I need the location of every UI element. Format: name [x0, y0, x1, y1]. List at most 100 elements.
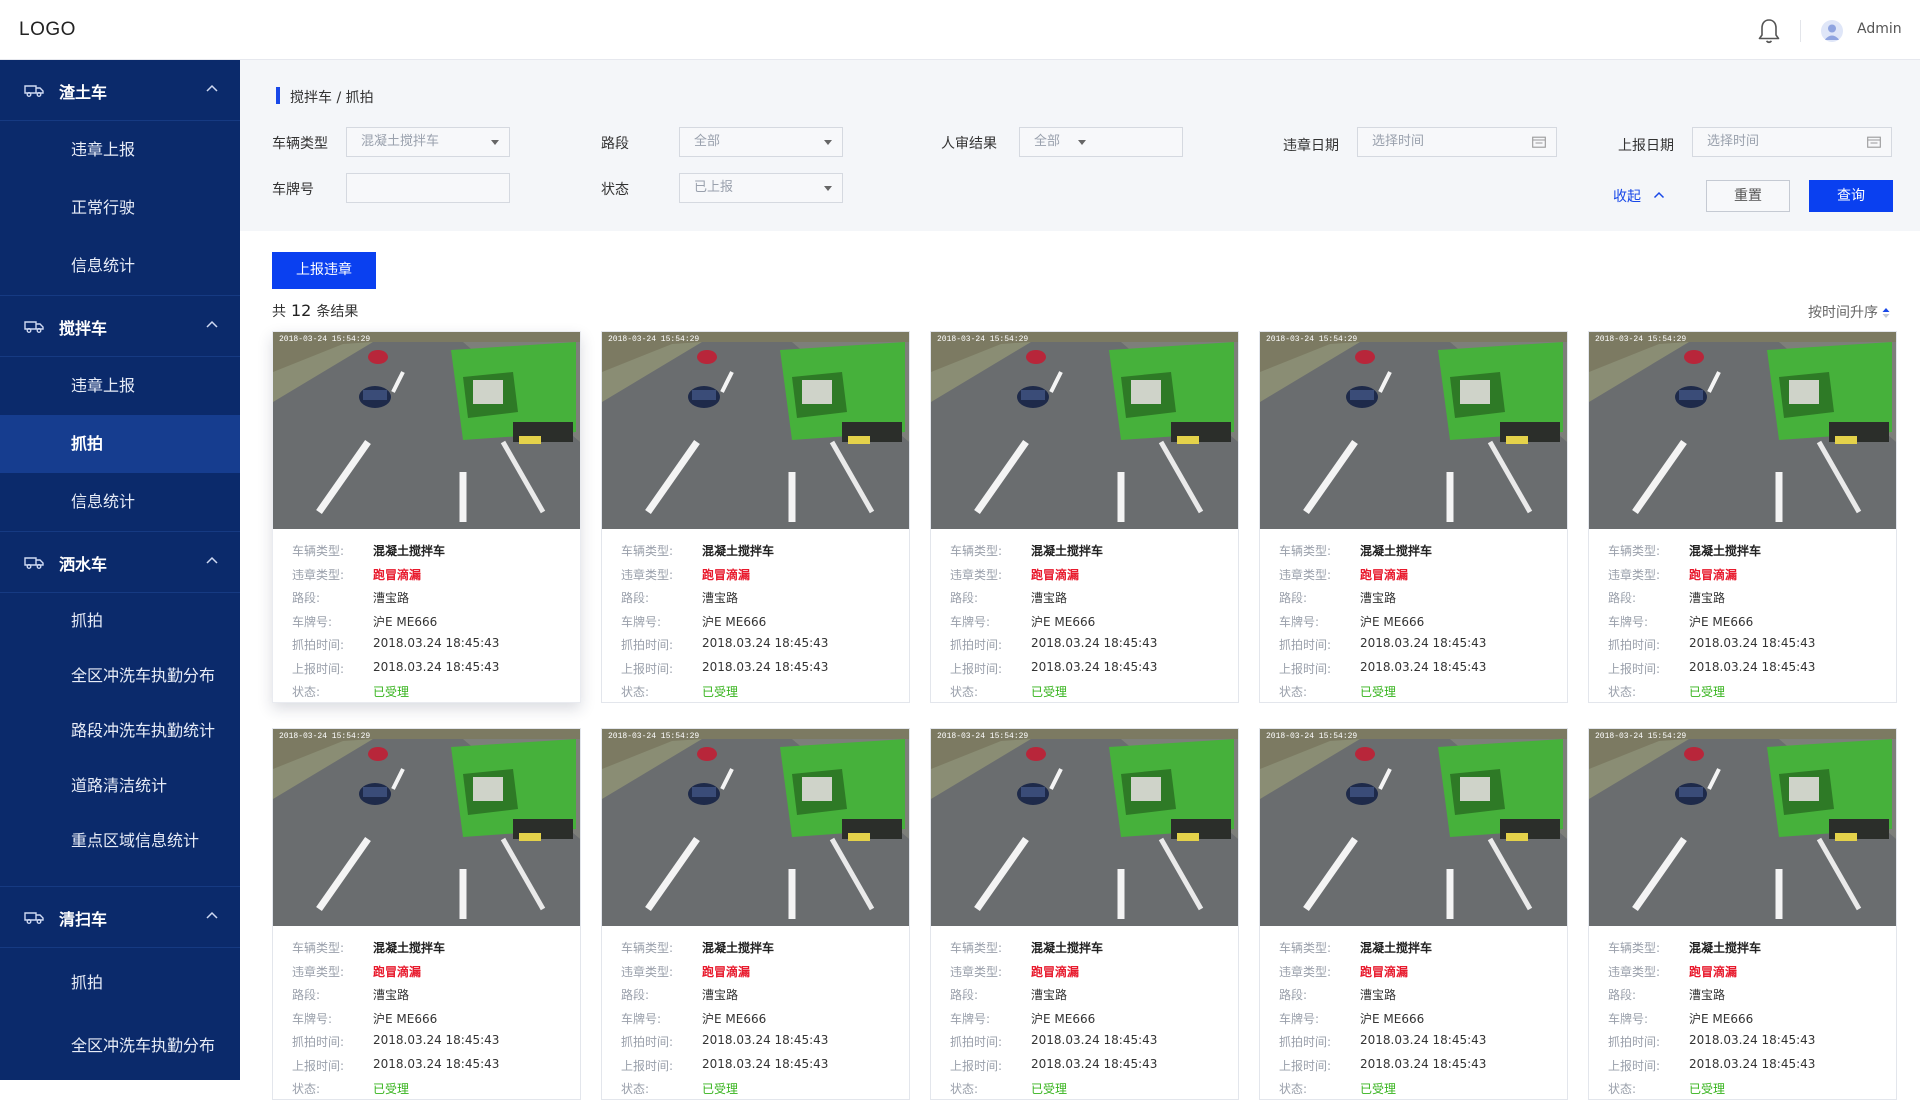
road-select[interactable]: 全部 [679, 127, 843, 157]
chevron-up-icon [206, 556, 218, 564]
capture-card[interactable]: 2018-03-24 15:54:29 车辆类型: 混凝土搅拌车 违章类型: 跑冒滴漏… [930, 331, 1239, 703]
capture-photo-frame[interactable]: 2018-03-24 15:54:29 [931, 332, 1238, 529]
sort-by-time[interactable]: 按时间升序 [1808, 302, 1890, 322]
info-key: 违章类型: [292, 964, 345, 979]
sidebar-item-district-duty[interactable]: 全区冲洗车执勤分布 [0, 1018, 240, 1073]
info-key: 车辆类型: [292, 941, 345, 955]
capture-card[interactable]: 2018-03-24 15:54:29 车辆类型: 混凝土搅拌车 违章类型: 跑冒滴漏… [1259, 331, 1568, 703]
sidebar: 渣土车 违章上报 正常行驶 信息统计 搅拌车 违章上报 抓拍 信息统计 洒水车 … [0, 60, 240, 1080]
caret-down-icon [1078, 140, 1086, 145]
info-value: 漕宝路 [1360, 988, 1397, 1002]
vehicle-type-value: 混凝土搅拌车 [361, 134, 440, 149]
info-key: 车辆类型: [621, 544, 674, 558]
sidebar-item-district-duty[interactable]: 全区冲洗车执勤分布 [0, 648, 240, 703]
capture-photo-frame[interactable]: 2018-03-24 15:54:29 [1589, 729, 1896, 926]
info-value: 2018.03.24 18:45:43 [1360, 1056, 1487, 1071]
logo[interactable]: LOGO [19, 19, 76, 41]
road-value: 全部 [694, 134, 721, 149]
capture-photo: 2018-03-24 15:54:29 [273, 729, 580, 926]
vehicle-type-select[interactable]: 混凝土搅拌车 [346, 127, 510, 157]
info-key: 违章类型: [1279, 964, 1332, 979]
capture-photo-frame[interactable]: 2018-03-24 15:54:29 [1589, 332, 1896, 529]
capture-info: 车辆类型: 混凝土搅拌车 违章类型: 跑冒滴漏 路段: 漕宝路 车牌号: 沪E ME666 抓拍… [292, 538, 572, 703]
capture-card[interactable]: 2018-03-24 15:54:29 车辆类型: 混凝土搅拌车 违章类型: 跑冒滴漏… [1588, 728, 1897, 1100]
info-value: 已受理 [702, 685, 739, 699]
capture-photo-frame[interactable]: 2018-03-24 15:54:29 [1260, 332, 1567, 529]
info-key: 状态: [1608, 1082, 1637, 1096]
capture-card[interactable]: 2018-03-24 15:54:29 车辆类型: 混凝土搅拌车 违章类型: 跑冒滴漏… [272, 331, 581, 703]
sidebar-group-sprinkler-truck[interactable]: 洒水车 [0, 532, 240, 593]
capture-card[interactable]: 2018-03-24 15:54:29 车辆类型: 混凝土搅拌车 违章类型: 跑冒滴漏… [1588, 331, 1897, 703]
report-date-picker[interactable]: 选择时间 [1692, 127, 1892, 157]
status-select[interactable]: 已上报 [679, 173, 843, 203]
capture-photo-frame[interactable]: 2018-03-24 15:54:29 [602, 729, 909, 926]
bell-icon[interactable] [1756, 17, 1782, 45]
info-value: 跑冒滴漏 [702, 964, 751, 979]
report-violation-button[interactable]: 上报违章 [272, 252, 376, 289]
info-row-vehicle-type: 车辆类型: 混凝土搅拌车 [950, 538, 1230, 562]
info-value: 2018.03.24 18:45:43 [1031, 1056, 1158, 1071]
capture-card[interactable]: 2018-03-24 15:54:29 车辆类型: 混凝土搅拌车 违章类型: 跑冒滴漏… [930, 728, 1239, 1100]
info-row-plate: 车牌号: 沪E ME666 [950, 1006, 1230, 1030]
capture-photo-frame[interactable]: 2018-03-24 15:54:29 [273, 332, 580, 529]
capture-photo-frame[interactable]: 2018-03-24 15:54:29 [273, 729, 580, 926]
sidebar-item-capture[interactable]: 抓拍 [0, 948, 240, 1018]
sidebar-item-capture[interactable]: 抓拍 [0, 593, 240, 648]
info-row-violation-type: 违章类型: 跑冒滴漏 [1279, 562, 1559, 586]
violation-date-label: 违章日期 [1283, 138, 1339, 154]
info-row-report-time: 上报时间: 2018.03.24 18:45:43 [621, 1053, 901, 1077]
sidebar-item-normal-driving[interactable]: 正常行驶 [0, 179, 240, 237]
plate-input[interactable] [346, 173, 510, 203]
violation-date-picker[interactable]: 选择时间 [1357, 127, 1557, 157]
collapse-filters-link[interactable]: 收起 [1613, 186, 1665, 206]
info-row-road: 路段: 漕宝路 [1279, 982, 1559, 1006]
capture-photo-frame[interactable]: 2018-03-24 15:54:29 [931, 729, 1238, 926]
info-row-report-time: 上报时间: 2018.03.24 18:45:43 [950, 1053, 1230, 1077]
sidebar-item-info-stats[interactable]: 信息统计 [0, 473, 240, 531]
info-key: 违章类型: [621, 567, 674, 582]
sidebar-item-violation-report[interactable]: 违章上报 [0, 121, 240, 179]
capture-photo-frame[interactable]: 2018-03-24 15:54:29 [1260, 729, 1567, 926]
caret-down-icon [491, 140, 499, 145]
sidebar-item-road-duty[interactable]: 路段冲洗车执勤统计 [0, 703, 240, 758]
info-value: 2018.03.24 18:45:43 [1689, 1056, 1816, 1071]
caret-down-icon [824, 140, 832, 145]
avatar[interactable] [1821, 20, 1843, 42]
sidebar-item-violation-report[interactable]: 违章上报 [0, 357, 240, 415]
vehicle-type-label: 车辆类型 [272, 136, 328, 152]
info-value: 沪E ME666 [702, 614, 767, 629]
chevron-up-icon [206, 84, 218, 92]
sidebar-item-key-area[interactable]: 重点区域信息统计 [0, 813, 240, 868]
info-key: 路段: [1279, 591, 1308, 605]
info-row-capture-time: 抓拍时间: 2018.03.24 18:45:43 [1279, 1029, 1559, 1053]
sidebar-item-capture[interactable]: 抓拍 [0, 415, 240, 473]
capture-card[interactable]: 2018-03-24 15:54:29 车辆类型: 混凝土搅拌车 违章类型: 跑冒滴漏… [1259, 728, 1568, 1100]
info-row-violation-type: 违章类型: 跑冒滴漏 [292, 562, 572, 586]
info-row-report-time: 上报时间: 2018.03.24 18:45:43 [1279, 656, 1559, 680]
capture-card[interactable]: 2018-03-24 15:54:29 车辆类型: 混凝土搅拌车 违章类型: 跑冒滴漏… [601, 728, 910, 1100]
query-button[interactable]: 查询 [1809, 180, 1893, 212]
info-key: 车牌号: [950, 614, 991, 629]
info-value: 混凝土搅拌车 [1689, 544, 1762, 558]
info-key: 路段: [621, 591, 650, 605]
sidebar-group-dump-truck[interactable]: 渣土车 [0, 60, 240, 121]
review-select[interactable]: 全部 [1019, 127, 1183, 157]
info-row-status: 状态: 已受理 [1279, 679, 1559, 703]
capture-photo: 2018-03-24 15:54:29 [273, 332, 580, 529]
sidebar-group-sweeper-truck[interactable]: 清扫车 [0, 887, 240, 948]
sidebar-item-info-stats[interactable]: 信息统计 [0, 237, 240, 295]
capture-photo-frame[interactable]: 2018-03-24 15:54:29 [602, 332, 909, 529]
info-value: 已受理 [702, 1082, 739, 1096]
user-name[interactable]: Admin [1857, 21, 1902, 37]
capture-card[interactable]: 2018-03-24 15:54:29 车辆类型: 混凝土搅拌车 违章类型: 跑冒滴漏… [601, 331, 910, 703]
sidebar-item-road-clean[interactable]: 道路清洁统计 [0, 758, 240, 813]
info-key: 车牌号: [1279, 1011, 1320, 1026]
info-row-road: 路段: 漕宝路 [1608, 982, 1888, 1006]
info-row-report-time: 上报时间: 2018.03.24 18:45:43 [1279, 1053, 1559, 1077]
capture-card[interactable]: 2018-03-24 15:54:29 车辆类型: 混凝土搅拌车 违章类型: 跑冒滴漏… [272, 728, 581, 1100]
capture-photo: 2018-03-24 15:54:29 [1589, 729, 1896, 926]
sidebar-group-mixer-truck[interactable]: 搅拌车 [0, 296, 240, 357]
capture-info: 车辆类型: 混凝土搅拌车 违章类型: 跑冒滴漏 路段: 漕宝路 车牌号: 沪E ME666 抓拍… [950, 538, 1230, 703]
info-value: 混凝土搅拌车 [1031, 941, 1104, 955]
reset-button[interactable]: 重置 [1706, 180, 1790, 212]
